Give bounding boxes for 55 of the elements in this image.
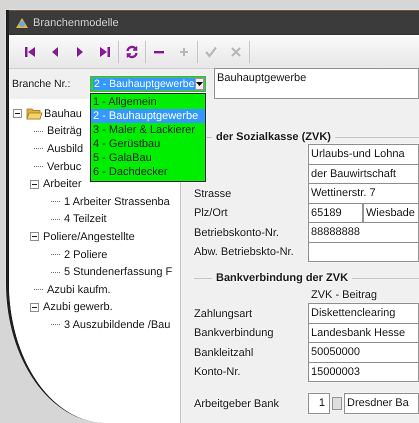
dropdown-option[interactable]: 4 - Gerüstbau [91,137,205,151]
field-label: Bankleitzahl [194,346,254,359]
text-field[interactable]: Dresdner Ba [344,393,419,414]
text-field[interactable]: Urlaubs-und Lohna [308,144,419,164]
text-field[interactable]: 50050000 [308,342,419,362]
text-field[interactable]: 15000003 [308,362,419,382]
column-header: ZVK - Beitrag [311,289,378,301]
text-field[interactable] [308,242,419,262]
tree-item[interactable]: Arbeiter [43,178,82,190]
window-title: Branchenmodelle [33,17,119,29]
tree-item[interactable]: 5 Stundenerfassung F [64,266,172,278]
branche-label: Branche Nr.: [12,78,72,90]
field-label: Zahlungsart [194,308,252,320]
dropdown-option[interactable]: 5 - GalaBau [91,151,205,165]
text-field[interactable]: 88888888 [308,222,419,242]
dropdown-option[interactable]: 3 - Maler & Lackierer [91,123,205,137]
tree-item[interactable]: Bauhau [44,108,82,120]
number-field[interactable]: 1 [308,393,330,414]
first-record-icon[interactable] [23,44,37,58]
field-label: Plz/Ort [194,207,228,220]
refresh-icon[interactable] [125,44,139,58]
tree-item[interactable]: Beiträg [47,125,82,138]
field-label: Konto-Nr. [194,366,240,378]
field-label: Strasse [194,188,232,200]
tree-item[interactable]: 2 Poliere [64,248,108,261]
text-field[interactable]: Landesbank Hesse [308,322,419,343]
text-field[interactable]: Wettinerstr. 7 [308,183,419,204]
field-label: Arbeitgeber Bank [194,398,279,410]
group-title: Bankverbindung der ZVK [216,272,348,284]
folder-icon [26,107,43,120]
dropdown-option[interactable]: 6 - Dachdecker [91,165,205,179]
text-field[interactable]: der Bauwirtschaft [308,164,419,184]
branche-name-field[interactable]: Bauhauptgewerbe [214,68,419,99]
text-field[interactable]: Wiesbade [363,202,419,223]
last-record-icon[interactable] [98,44,112,58]
tree-item[interactable]: 1 Arbeiter Strassenba [64,196,170,208]
app-icon [15,16,29,30]
tree-item[interactable]: 3 Auszubildende /Bau [64,318,170,331]
collapse-toggle-icon[interactable] [13,109,22,118]
group-title: der Sozialkasse (ZVK) [216,131,331,143]
dropdown-option[interactable]: 1 - Allgemein [91,95,205,109]
collapse-toggle-icon[interactable] [30,232,39,242]
text-field[interactable]: 65189 [308,202,363,223]
field-label: Betriebskonto-Nr. [194,226,279,239]
tree-item[interactable]: Ausbild [47,142,84,155]
tree-item[interactable]: 4 Teilzeit [64,213,107,226]
text-field[interactable]: Diskettenclearing [308,303,419,324]
tree-item[interactable]: Poliere/Angestellte [43,230,135,243]
tree-item[interactable]: Verbuc [47,160,82,173]
field-label: Abw. Betriebskto-Nr. [194,246,294,258]
tree-item[interactable]: Azubi kaufm. [47,284,111,296]
collapse-toggle-icon[interactable] [30,180,39,189]
tree-item[interactable]: Azubi gewerb. [43,301,113,314]
field-label: Bankverbindung [194,327,274,340]
collapse-toggle-icon[interactable] [30,302,39,312]
